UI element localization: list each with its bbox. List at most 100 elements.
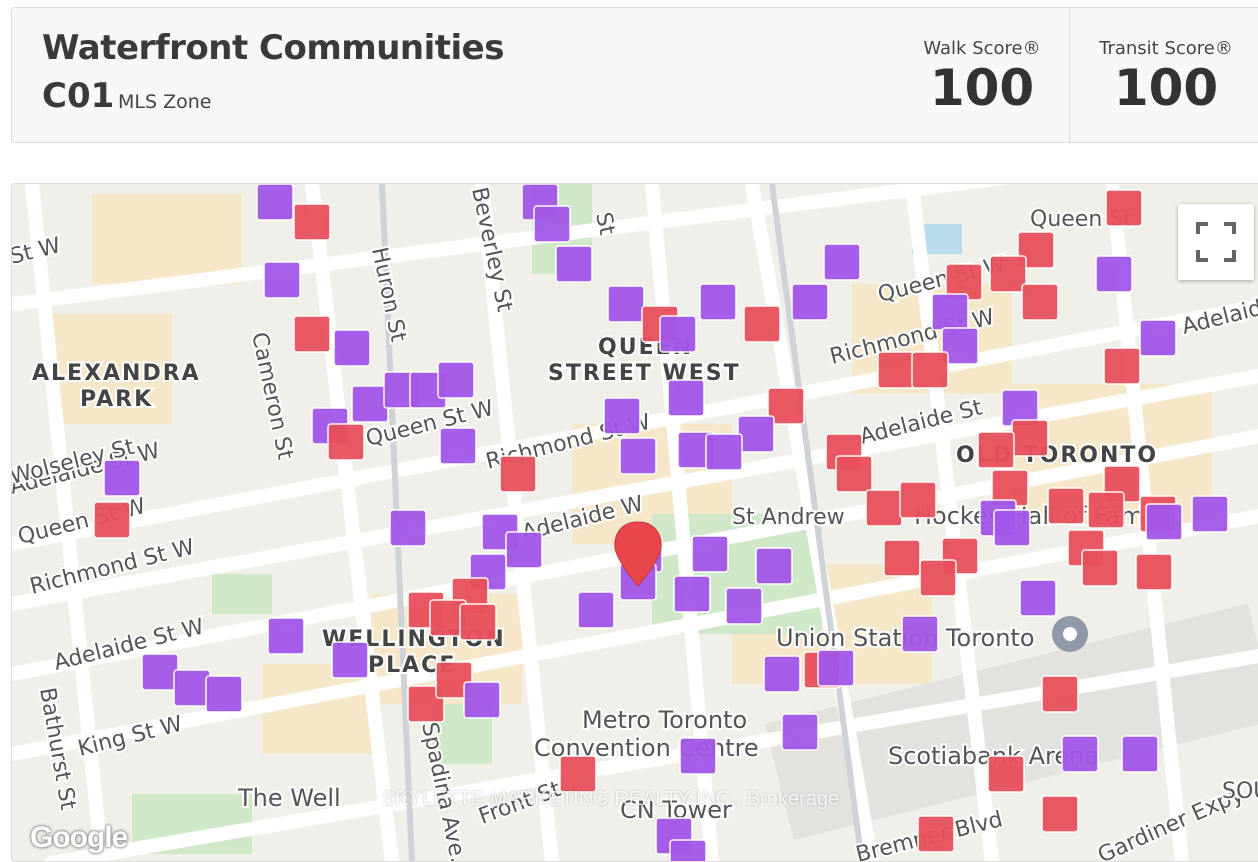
restaurant-marker-icon[interactable] bbox=[103, 459, 141, 497]
score-divider bbox=[1069, 8, 1070, 142]
shop-marker-icon[interactable] bbox=[987, 755, 1025, 793]
restaurant-marker-icon[interactable] bbox=[1145, 503, 1183, 541]
restaurant-marker-icon[interactable] bbox=[1121, 735, 1159, 773]
shop-marker-icon[interactable] bbox=[327, 423, 365, 461]
shop-marker-icon[interactable] bbox=[93, 501, 131, 539]
restaurant-marker-icon[interactable] bbox=[725, 587, 763, 625]
restaurant-marker-icon[interactable] bbox=[931, 293, 969, 331]
restaurant-marker-icon[interactable] bbox=[603, 397, 641, 435]
restaurant-marker-icon[interactable] bbox=[533, 205, 571, 243]
shop-marker-icon[interactable] bbox=[1103, 347, 1141, 385]
restaurant-marker-icon[interactable] bbox=[437, 361, 475, 399]
shop-marker-icon[interactable] bbox=[1081, 549, 1119, 587]
neighbourhood-name: Waterfront Communities bbox=[42, 28, 504, 68]
restaurant-marker-icon[interactable] bbox=[659, 315, 697, 353]
shop-marker-icon[interactable] bbox=[883, 539, 921, 577]
shop-marker-icon[interactable] bbox=[459, 603, 497, 641]
restaurant-marker-icon[interactable] bbox=[256, 184, 294, 221]
restaurant-marker-icon[interactable] bbox=[1139, 319, 1177, 357]
restaurant-marker-icon[interactable] bbox=[1095, 255, 1133, 293]
street-label: St Andrew bbox=[732, 505, 845, 530]
transit-station-dot bbox=[1063, 627, 1077, 641]
shop-marker-icon[interactable] bbox=[293, 315, 331, 353]
shop-marker-icon[interactable] bbox=[1021, 283, 1059, 321]
shop-marker-icon[interactable] bbox=[1105, 189, 1143, 227]
zone-code: C01 bbox=[42, 76, 115, 116]
restaurant-marker-icon[interactable] bbox=[505, 531, 543, 569]
shop-marker-icon[interactable] bbox=[1041, 795, 1079, 833]
shop-marker-icon[interactable] bbox=[1047, 487, 1085, 525]
restaurant-marker-icon[interactable] bbox=[679, 737, 717, 775]
shop-marker-icon[interactable] bbox=[1041, 675, 1079, 713]
shop-marker-icon[interactable] bbox=[1011, 419, 1049, 457]
restaurant-marker-icon[interactable] bbox=[351, 385, 389, 423]
shop-marker-icon[interactable] bbox=[835, 455, 873, 493]
restaurant-marker-icon[interactable] bbox=[755, 547, 793, 585]
restaurant-marker-icon[interactable] bbox=[263, 261, 301, 299]
shop-marker-icon[interactable] bbox=[989, 255, 1027, 293]
shop-marker-icon[interactable] bbox=[877, 351, 915, 389]
brokerage-watermark: SKYLETTE MARKETING REALTY INC., Brokerag… bbox=[382, 788, 840, 810]
shop-marker-icon[interactable] bbox=[919, 559, 957, 597]
restaurant-marker-icon[interactable] bbox=[763, 655, 801, 693]
restaurant-marker-icon[interactable] bbox=[439, 427, 477, 465]
google-logo: Google bbox=[30, 821, 128, 854]
restaurant-marker-icon[interactable] bbox=[669, 839, 707, 862]
neighbourhood-map[interactable]: ALEXANDRA PARK QUEEN STREET WEST OLD TOR… bbox=[11, 183, 1258, 862]
restaurant-marker-icon[interactable] bbox=[781, 713, 819, 751]
restaurant-marker-icon[interactable] bbox=[619, 437, 657, 475]
shop-marker-icon[interactable] bbox=[865, 489, 903, 527]
restaurant-marker-icon[interactable] bbox=[331, 641, 369, 679]
transit-score: Transit Score® 100 bbox=[1084, 38, 1248, 115]
walk-score-label: Walk Score® bbox=[923, 38, 1041, 59]
restaurant-marker-icon[interactable] bbox=[1061, 735, 1099, 773]
walk-score: Walk Score® 100 bbox=[900, 38, 1064, 115]
district-label: PARK bbox=[80, 387, 153, 412]
restaurant-marker-icon[interactable] bbox=[173, 669, 211, 707]
restaurant-marker-icon[interactable] bbox=[205, 675, 243, 713]
restaurant-marker-icon[interactable] bbox=[791, 283, 829, 321]
restaurant-marker-icon[interactable] bbox=[607, 285, 645, 323]
restaurant-marker-icon[interactable] bbox=[267, 617, 305, 655]
shop-marker-icon[interactable] bbox=[1135, 553, 1173, 591]
restaurant-marker-icon[interactable] bbox=[699, 283, 737, 321]
shop-marker-icon[interactable] bbox=[1087, 491, 1125, 529]
shop-marker-icon[interactable] bbox=[911, 351, 949, 389]
district-label: ALEXANDRA bbox=[32, 361, 201, 386]
restaurant-marker-icon[interactable] bbox=[389, 509, 427, 547]
restaurant-marker-icon[interactable] bbox=[577, 591, 615, 629]
shop-marker-icon[interactable] bbox=[499, 455, 537, 493]
poi-label: Metro Toronto bbox=[582, 706, 747, 734]
restaurant-marker-icon[interactable] bbox=[737, 415, 775, 453]
restaurant-marker-icon[interactable] bbox=[993, 509, 1031, 547]
restaurant-marker-icon[interactable] bbox=[1191, 495, 1229, 533]
restaurant-marker-icon[interactable] bbox=[555, 245, 593, 283]
walk-score-value: 100 bbox=[929, 59, 1035, 117]
restaurant-marker-icon[interactable] bbox=[463, 681, 501, 719]
restaurant-marker-icon[interactable] bbox=[673, 575, 711, 613]
map-canvas[interactable]: ALEXANDRA PARK QUEEN STREET WEST OLD TOR… bbox=[12, 184, 1258, 862]
restaurant-marker-icon[interactable] bbox=[667, 379, 705, 417]
fullscreen-icon bbox=[1196, 222, 1236, 262]
restaurant-marker-icon[interactable] bbox=[333, 329, 371, 367]
street-label: SOU bbox=[1222, 779, 1258, 804]
restaurant-marker-icon[interactable] bbox=[705, 433, 743, 471]
neighbourhood-header: Waterfront Communities C01 MLS Zone Walk… bbox=[11, 7, 1258, 143]
restaurant-marker-icon[interactable] bbox=[901, 615, 939, 653]
poi-label: The Well bbox=[237, 784, 341, 812]
shop-marker-icon[interactable] bbox=[743, 305, 781, 343]
transit-score-label: Transit Score® bbox=[1099, 38, 1233, 59]
restaurant-marker-icon[interactable] bbox=[817, 649, 855, 687]
fullscreen-button[interactable] bbox=[1178, 204, 1254, 280]
shop-marker-icon[interactable] bbox=[977, 431, 1015, 469]
restaurant-marker-icon[interactable] bbox=[823, 243, 861, 281]
transit-score-value: 100 bbox=[1113, 59, 1219, 117]
shop-marker-icon[interactable] bbox=[293, 203, 331, 241]
shop-marker-icon[interactable] bbox=[917, 815, 955, 853]
restaurant-marker-icon[interactable] bbox=[141, 653, 179, 691]
restaurant-marker-icon[interactable] bbox=[1019, 579, 1057, 617]
zone-label: MLS Zone bbox=[118, 91, 212, 113]
restaurant-marker-icon[interactable] bbox=[691, 535, 729, 573]
shop-marker-icon[interactable] bbox=[559, 755, 597, 793]
shop-marker-icon[interactable] bbox=[899, 481, 937, 519]
